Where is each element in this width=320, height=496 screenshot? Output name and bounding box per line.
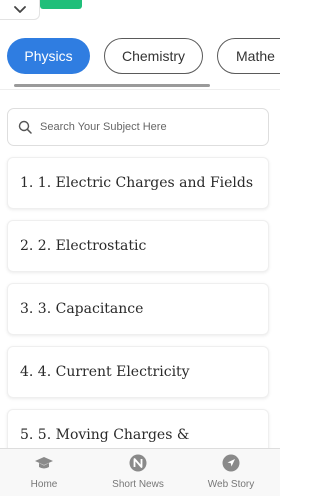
search-box[interactable]: [7, 108, 269, 146]
nav-web-story[interactable]: Web Story: [191, 453, 271, 490]
chapter-title: 3. 3. Capacitance: [20, 301, 144, 317]
accent-bar: [40, 0, 82, 9]
tab-mathematics[interactable]: Mathe: [217, 38, 280, 74]
nav-short-news[interactable]: Short News: [98, 453, 178, 490]
nav-label: Short News: [112, 479, 164, 490]
search-input[interactable]: [40, 121, 260, 133]
nav-home[interactable]: Home: [4, 453, 84, 490]
news-icon: [128, 453, 148, 473]
chevron-down-icon: [13, 5, 26, 13]
tab-physics[interactable]: Physics: [7, 38, 90, 74]
search-icon: [18, 120, 32, 134]
chapter-card[interactable]: 4. 4. Current Electricity: [7, 346, 269, 398]
tab-chemistry[interactable]: Chemistry: [104, 38, 203, 74]
divider: [0, 89, 280, 90]
chapter-card[interactable]: 1. 1. Electric Charges and Fields: [7, 157, 269, 209]
graduation-cap-icon: [34, 453, 54, 473]
collapse-button[interactable]: [0, 0, 40, 20]
chapter-title: 2. 2. Electrostatic: [20, 238, 147, 254]
nav-label: Web Story: [207, 479, 255, 490]
tabs-scroll-indicator[interactable]: [14, 84, 210, 87]
bottom-navigation: Home Short News Web Story: [0, 448, 280, 496]
navigation-arrow-icon: [221, 453, 241, 473]
chapter-title: 1. 1. Electric Charges and Fields: [20, 175, 254, 191]
nav-label: Home: [30, 479, 58, 490]
chapter-title: 4. 4. Current Electricity: [20, 364, 190, 380]
chapter-card[interactable]: 3. 3. Capacitance: [7, 283, 269, 335]
subject-tabs: Physics Chemistry Mathe: [0, 38, 280, 78]
top-bar: [0, 0, 280, 22]
chapter-card[interactable]: 2. 2. Electrostatic: [7, 220, 269, 272]
chapter-title: 5. 5. Moving Charges &: [20, 427, 190, 443]
